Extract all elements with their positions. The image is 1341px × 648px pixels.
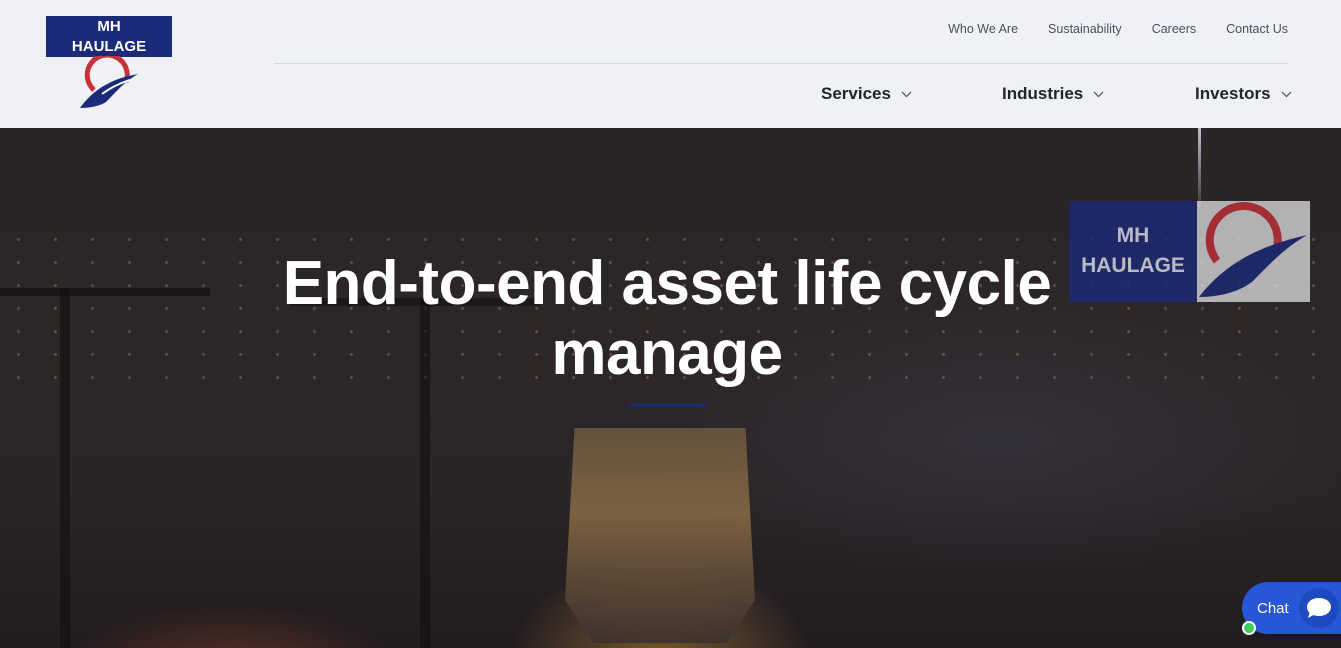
watermark-line-1: MH bbox=[1116, 224, 1150, 247]
logo-line-1: MH bbox=[97, 18, 121, 35]
nav-item-industries[interactable]: Industries bbox=[1002, 84, 1104, 104]
chevron-down-icon bbox=[1281, 91, 1292, 97]
header-divider bbox=[274, 63, 1288, 64]
hero-banner: End-to-end asset life cycle manage MH HA… bbox=[0, 128, 1341, 648]
chat-button[interactable]: Chat bbox=[1242, 582, 1341, 634]
watermark-wordmark: MH HAULAGE bbox=[1069, 201, 1197, 302]
nav-item-label: Services bbox=[821, 84, 891, 103]
nav-item-investors[interactable]: Investors bbox=[1195, 84, 1292, 104]
logo-line-2: HAULAGE bbox=[71, 38, 147, 55]
main-nav: Services Industries Investors bbox=[0, 84, 1341, 108]
nav-link-sustainability[interactable]: Sustainability bbox=[1048, 22, 1122, 36]
site-header: MH HAULAGE Who We Are Sustainability Car… bbox=[0, 0, 1341, 128]
online-status-indicator bbox=[1242, 621, 1256, 635]
watermark-line-2: HAULAGE bbox=[1081, 254, 1185, 277]
chat-bubble-icon bbox=[1298, 588, 1339, 628]
nav-link-contact-us[interactable]: Contact Us bbox=[1226, 22, 1288, 36]
crane-decoration bbox=[0, 288, 210, 296]
brand-watermark: MH HAULAGE bbox=[1069, 201, 1310, 302]
nav-item-label: Industries bbox=[1002, 84, 1084, 103]
utility-nav: Who We Are Sustainability Careers Contac… bbox=[948, 22, 1288, 36]
crane-decoration bbox=[60, 288, 70, 648]
logo-wordmark: MH HAULAGE bbox=[46, 16, 172, 57]
hero-title: End-to-end asset life cycle manage bbox=[282, 249, 1052, 388]
nav-item-services[interactable]: Services bbox=[821, 84, 912, 104]
hero-title-underline bbox=[630, 404, 706, 407]
logo-swoosh-icon bbox=[1199, 202, 1307, 297]
chevron-down-icon bbox=[1093, 91, 1104, 97]
chevron-down-icon bbox=[901, 91, 912, 97]
nav-link-careers[interactable]: Careers bbox=[1152, 22, 1196, 36]
chat-label: Chat bbox=[1257, 599, 1289, 617]
container-ship-decoration bbox=[565, 428, 755, 643]
nav-item-label: Investors bbox=[1195, 84, 1271, 103]
nav-link-who-we-are[interactable]: Who We Are bbox=[948, 22, 1018, 36]
watermark-mark bbox=[1197, 201, 1310, 302]
